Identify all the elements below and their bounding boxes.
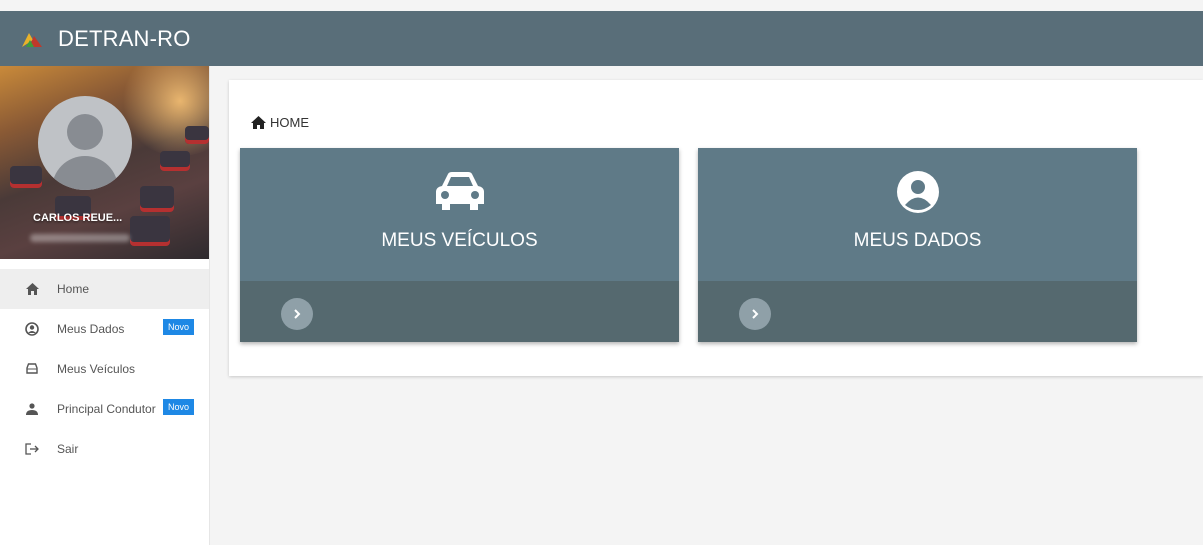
app-header: DETRAN-RO	[0, 11, 1203, 66]
breadcrumb-label: HOME	[270, 115, 309, 130]
new-badge: Novo	[162, 319, 194, 335]
card-title: MEUS DADOS	[853, 230, 982, 251]
main-content: HOME MEUS VEÍCULOS MEUS DADOS	[229, 80, 1203, 376]
meus-veiculos-card[interactable]: MEUS VEÍCULOS	[240, 148, 679, 342]
home-icon	[251, 116, 266, 129]
breadcrumb: HOME	[251, 115, 309, 130]
car-icon	[24, 361, 40, 377]
sidebar-item-label: Meus Dados	[57, 322, 125, 336]
user-name: CARLOS REUE...	[33, 212, 123, 224]
open-meus-veiculos-button[interactable]	[281, 298, 313, 330]
account-circle-icon	[24, 321, 40, 337]
sidebar-item-principal-condutor[interactable]: Principal Condutor Novo	[0, 389, 209, 429]
logout-icon	[24, 441, 40, 457]
sidebar-item-label: Principal Condutor	[57, 402, 156, 416]
user-subtitle-blurred	[30, 234, 130, 242]
sidebar-item-sair[interactable]: Sair	[0, 429, 209, 469]
avatar[interactable]	[38, 96, 132, 190]
sidebar-menu: Home Meus Dados Novo Meus Veículos Princ…	[0, 269, 209, 469]
home-icon	[24, 281, 40, 297]
sidebar-item-meus-veiculos[interactable]: Meus Veículos	[0, 349, 209, 389]
chevron-right-icon	[294, 309, 301, 319]
person-icon	[24, 401, 40, 417]
app-title: DETRAN-RO	[58, 25, 191, 51]
profile-banner: CARLOS REUE...	[0, 66, 209, 259]
new-badge: Novo	[162, 399, 194, 415]
sidebar-item-label: Home	[57, 282, 90, 296]
detran-logo-icon	[22, 32, 42, 47]
sidebar: CARLOS REUE... Home Meus Dados Novo Meus…	[0, 66, 210, 545]
account-circle-icon	[896, 170, 940, 219]
sidebar-item-meus-dados[interactable]: Meus Dados Novo	[0, 309, 209, 349]
sidebar-item-label: Sair	[57, 442, 79, 456]
open-meus-dados-button[interactable]	[739, 298, 771, 330]
sidebar-item-label: Meus Veículos	[57, 362, 136, 376]
chevron-right-icon	[752, 309, 759, 319]
meus-dados-card[interactable]: MEUS DADOS	[698, 148, 1137, 342]
card-title: MEUS VEÍCULOS	[381, 230, 538, 251]
car-icon	[434, 170, 486, 217]
sidebar-item-home[interactable]: Home	[0, 269, 209, 309]
